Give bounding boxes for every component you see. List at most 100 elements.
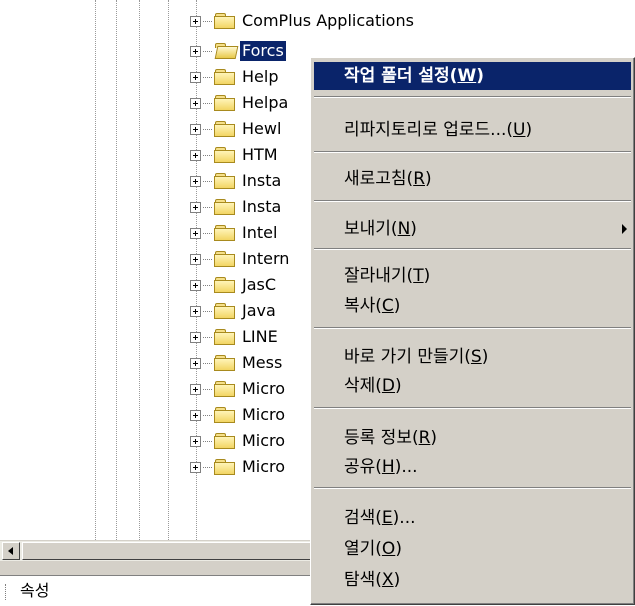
expand-icon[interactable] [190, 15, 201, 27]
tree-item-label: Intern [242, 249, 290, 268]
context-menu: 작업 폴더 설정(W) 리파지토리로 업로드...(U) 새로고침(R) 보내기… [310, 57, 635, 605]
expand-icon[interactable] [190, 383, 201, 395]
expand-icon[interactable] [190, 409, 201, 421]
folder-icon [214, 68, 236, 86]
tree-item[interactable]: HTM [190, 144, 280, 166]
tree-item[interactable]: Insta [190, 170, 283, 192]
tree-guide-line [116, 0, 117, 540]
folder-icon [214, 458, 236, 476]
expand-icon[interactable] [190, 435, 201, 447]
expand-icon[interactable] [190, 71, 201, 83]
tree-guide-line [95, 0, 96, 540]
tree-item-label: Help [242, 67, 279, 86]
scroll-left-arrow-icon[interactable] [2, 542, 20, 560]
tree-item[interactable]: Help [190, 66, 280, 88]
menu-item-suffix: ) [425, 169, 432, 189]
expand-icon[interactable] [190, 123, 201, 135]
tree-item[interactable]: Intel [190, 222, 279, 244]
menu-item-accelerator: X [381, 570, 394, 590]
menu-item-label: 리파지토리로 업로드...( [344, 120, 514, 140]
tree-guide-line [168, 0, 169, 540]
folder-icon [214, 146, 236, 164]
expand-icon[interactable] [190, 357, 201, 369]
menu-item-label: 새로고침( [344, 169, 414, 189]
menu-item-accelerator: D [381, 376, 396, 396]
expand-icon[interactable] [190, 201, 201, 213]
menu-item-delete[interactable]: 삭제(D) [314, 372, 631, 400]
menu-item-accelerator: R [413, 169, 426, 189]
menu-item-label: 작업 폴더 설정( [344, 66, 458, 86]
tree-item-label: Intel [242, 223, 278, 242]
tree-item-label: Helpa [242, 93, 289, 112]
folder-icon [214, 250, 236, 268]
tree-item[interactable]: Intern [190, 248, 291, 270]
menu-item-suffix: ) [395, 376, 402, 396]
menu-item-upload-repository[interactable]: 리파지토리로 업로드...(U) [314, 116, 631, 144]
expand-icon[interactable] [190, 279, 201, 291]
menu-item-set-work-folder[interactable]: 작업 폴더 설정(W) [314, 62, 631, 90]
tree-item[interactable]: Insta [190, 196, 283, 218]
menu-separator [314, 96, 631, 98]
menu-item-suffix: )... [394, 457, 418, 477]
tree-item-label: Forcs [240, 41, 286, 61]
menu-item-share[interactable]: 공유(H)... [314, 453, 631, 481]
menu-item-suffix: ) [395, 539, 402, 559]
menu-item-accelerator: N [397, 219, 411, 239]
submenu-arrow-icon [622, 224, 627, 234]
tree-item-selected[interactable]: Forcs [190, 40, 286, 62]
open-folder-icon [214, 42, 239, 60]
tree-guide-line [139, 0, 140, 540]
tree-item[interactable]: Mess [190, 352, 284, 374]
tree-item[interactable]: Micro [190, 430, 287, 452]
tree-item-label: HTM [242, 145, 278, 164]
tree-item[interactable]: Micro [190, 404, 287, 426]
expand-icon[interactable] [190, 97, 201, 109]
expand-icon[interactable] [190, 331, 201, 343]
tree-item[interactable]: Java [190, 300, 278, 322]
menu-item-search[interactable]: 검색(E)... [314, 504, 631, 532]
tree-item[interactable]: Hewl [190, 118, 283, 140]
folder-icon [214, 172, 236, 190]
expand-icon[interactable] [190, 227, 201, 239]
folder-icon [214, 198, 236, 216]
menu-item-copy[interactable]: 복사(C) [314, 292, 631, 320]
menu-item-explore[interactable]: 탐색(X) [314, 566, 631, 594]
tree-item[interactable]: JasC [190, 274, 278, 296]
folder-icon [214, 120, 236, 138]
tree-item-label: Insta [242, 197, 282, 216]
tree-item[interactable]: ComPlus Applications [190, 10, 416, 32]
menu-item-properties[interactable]: 등록 정보(R) [314, 424, 631, 452]
menu-item-cut[interactable]: 잘라내기(T) [314, 262, 631, 290]
expand-icon[interactable] [190, 253, 201, 265]
tree-item[interactable]: Micro [190, 378, 287, 400]
grip-icon[interactable] [5, 584, 8, 600]
tree-item-label: Mess [242, 353, 283, 372]
menu-item-refresh[interactable]: 새로고침(R) [314, 165, 631, 193]
tree-item[interactable]: Helpa [190, 92, 290, 114]
expand-icon[interactable] [190, 175, 201, 187]
menu-item-suffix: ) [476, 66, 484, 86]
folder-icon [214, 328, 236, 346]
expand-icon[interactable] [190, 305, 201, 317]
menu-item-label: 바로 가기 만들기( [344, 347, 471, 367]
expand-icon[interactable] [190, 461, 201, 473]
menu-item-open[interactable]: 열기(O) [314, 535, 631, 563]
menu-item-send-to[interactable]: 보내기(N) [314, 215, 631, 243]
menu-separator [314, 487, 631, 489]
menu-item-label: 공유( [344, 457, 382, 477]
scroll-thumb[interactable] [22, 542, 312, 560]
menu-item-label: 검색( [344, 508, 382, 528]
expand-icon[interactable] [190, 149, 201, 161]
tree-item-label: Insta [242, 171, 282, 190]
menu-item-suffix: ) [393, 570, 401, 590]
expand-icon[interactable] [190, 45, 201, 57]
tree-item[interactable]: LINE [190, 326, 280, 348]
folder-icon [214, 276, 236, 294]
menu-separator [314, 200, 631, 202]
menu-item-accelerator: R [418, 428, 431, 448]
tree-item[interactable]: Micro [190, 456, 287, 478]
menu-item-label: 잘라내기( [344, 266, 414, 286]
tree-item-label: Micro [242, 431, 286, 450]
menu-item-accelerator: H [381, 457, 395, 477]
menu-item-create-shortcut[interactable]: 바로 가기 만들기(S) [314, 343, 631, 371]
